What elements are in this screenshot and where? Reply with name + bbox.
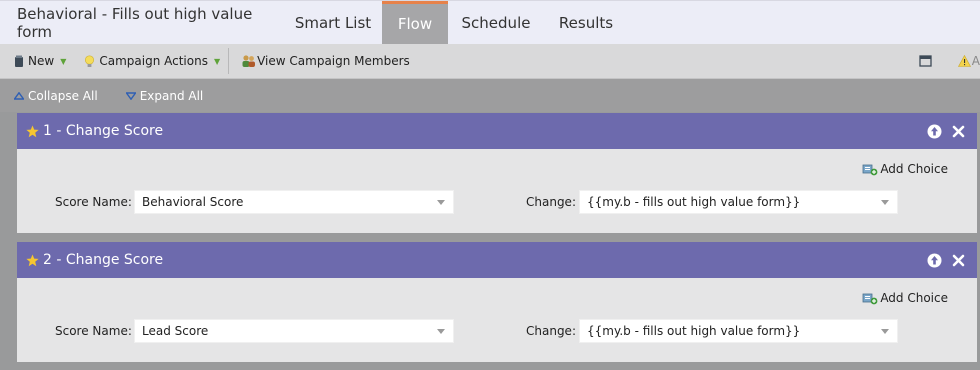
move-up-icon[interactable] bbox=[927, 253, 942, 268]
collapse-all-button[interactable]: Collapse All bbox=[14, 89, 98, 103]
change-select[interactable]: {{my.b - fills out high value form}} bbox=[579, 319, 898, 343]
score-name-value: Lead Score bbox=[142, 324, 209, 338]
flow-step-body: Add Choice Score Name: Behavioral Score … bbox=[17, 149, 977, 233]
campaign-title: Behavioral - Fills out high value form bbox=[17, 4, 253, 41]
chevron-down-icon bbox=[437, 200, 445, 205]
chevron-down-icon bbox=[881, 200, 889, 205]
campaign-actions-menu-button[interactable]: Campaign Actions ▼ bbox=[74, 44, 228, 78]
tab-smart-list[interactable]: Smart List bbox=[284, 1, 382, 44]
new-menu-label: New bbox=[28, 54, 55, 68]
flow-step-body: Add Choice Score Name: Lead Score Change… bbox=[17, 278, 977, 362]
view-campaign-members-label: View Campaign Members bbox=[257, 54, 410, 68]
triangle-up-icon bbox=[14, 91, 24, 100]
add-choice-icon bbox=[862, 291, 878, 305]
collapse-all-label: Collapse All bbox=[28, 88, 98, 103]
add-choice-label: Add Choice bbox=[880, 291, 948, 305]
truncated-toolbar-label: A bbox=[971, 54, 980, 68]
tab-results[interactable]: Results bbox=[544, 1, 628, 44]
score-name-select[interactable]: Behavioral Score bbox=[134, 190, 454, 214]
score-name-select[interactable]: Lead Score bbox=[134, 319, 454, 343]
change-value: {{my.b - fills out high value form}} bbox=[587, 324, 801, 338]
new-menu-button[interactable]: New ▼ bbox=[0, 44, 74, 78]
toolbar: New ▼ Campaign Actions ▼ View Campaign M… bbox=[0, 44, 980, 79]
new-document-icon bbox=[14, 55, 24, 68]
flow-step-1: 1 - Change Score Add Choice Score Name: … bbox=[17, 113, 977, 233]
score-name-label: Score Name: bbox=[55, 324, 132, 338]
tab-schedule[interactable]: Schedule bbox=[448, 1, 544, 44]
add-choice-button[interactable]: Add Choice bbox=[862, 291, 948, 305]
star-icon bbox=[26, 125, 39, 138]
chevron-down-icon: ▼ bbox=[60, 56, 67, 66]
change-label: Change: bbox=[526, 324, 576, 338]
expand-all-button[interactable]: Expand All bbox=[125, 88, 204, 103]
flow-step-2: 2 - Change Score Add Choice Score Name: … bbox=[17, 242, 977, 362]
toolbar-right-group: A bbox=[919, 44, 980, 78]
change-value: {{my.b - fills out high value form}} bbox=[587, 195, 801, 209]
score-name-label: Score Name: bbox=[55, 195, 132, 209]
star-icon bbox=[26, 254, 39, 267]
flow-step-title: 1 - Change Score bbox=[43, 123, 164, 139]
campaign-actions-label: Campaign Actions bbox=[99, 54, 208, 68]
move-up-icon[interactable] bbox=[927, 124, 942, 139]
add-choice-button[interactable]: Add Choice bbox=[862, 162, 948, 176]
flow-step-header[interactable]: 2 - Change Score bbox=[17, 242, 977, 278]
warning-icon[interactable]: A bbox=[957, 54, 980, 68]
flow-step-controls bbox=[927, 113, 965, 149]
view-campaign-members-button[interactable]: View Campaign Members bbox=[229, 44, 418, 78]
flow-step-title: 2 - Change Score bbox=[43, 252, 164, 268]
expand-all-label: Expand All bbox=[139, 88, 204, 103]
close-icon[interactable] bbox=[952, 254, 965, 267]
tab-flow[interactable]: Flow bbox=[382, 1, 448, 44]
add-choice-icon bbox=[862, 162, 878, 176]
change-label: Change: bbox=[526, 195, 576, 209]
chevron-down-icon bbox=[437, 329, 445, 334]
chevron-down-icon: ▼ bbox=[213, 56, 221, 66]
close-icon[interactable] bbox=[952, 125, 965, 138]
tab-bar: Behavioral - Fills out high value form S… bbox=[0, 0, 980, 44]
change-select[interactable]: {{my.b - fills out high value form}} bbox=[579, 190, 898, 214]
collapse-expand-bar: Collapse All Expand All bbox=[0, 79, 980, 112]
window-icon[interactable] bbox=[919, 55, 932, 67]
triangle-down-icon bbox=[125, 91, 136, 100]
members-icon bbox=[241, 54, 256, 68]
score-name-value: Behavioral Score bbox=[142, 195, 244, 209]
add-choice-label: Add Choice bbox=[880, 162, 948, 176]
lightbulb-icon bbox=[84, 54, 95, 68]
chevron-down-icon bbox=[881, 329, 889, 334]
flow-step-header[interactable]: 1 - Change Score bbox=[17, 113, 977, 149]
flow-step-controls bbox=[927, 242, 965, 278]
